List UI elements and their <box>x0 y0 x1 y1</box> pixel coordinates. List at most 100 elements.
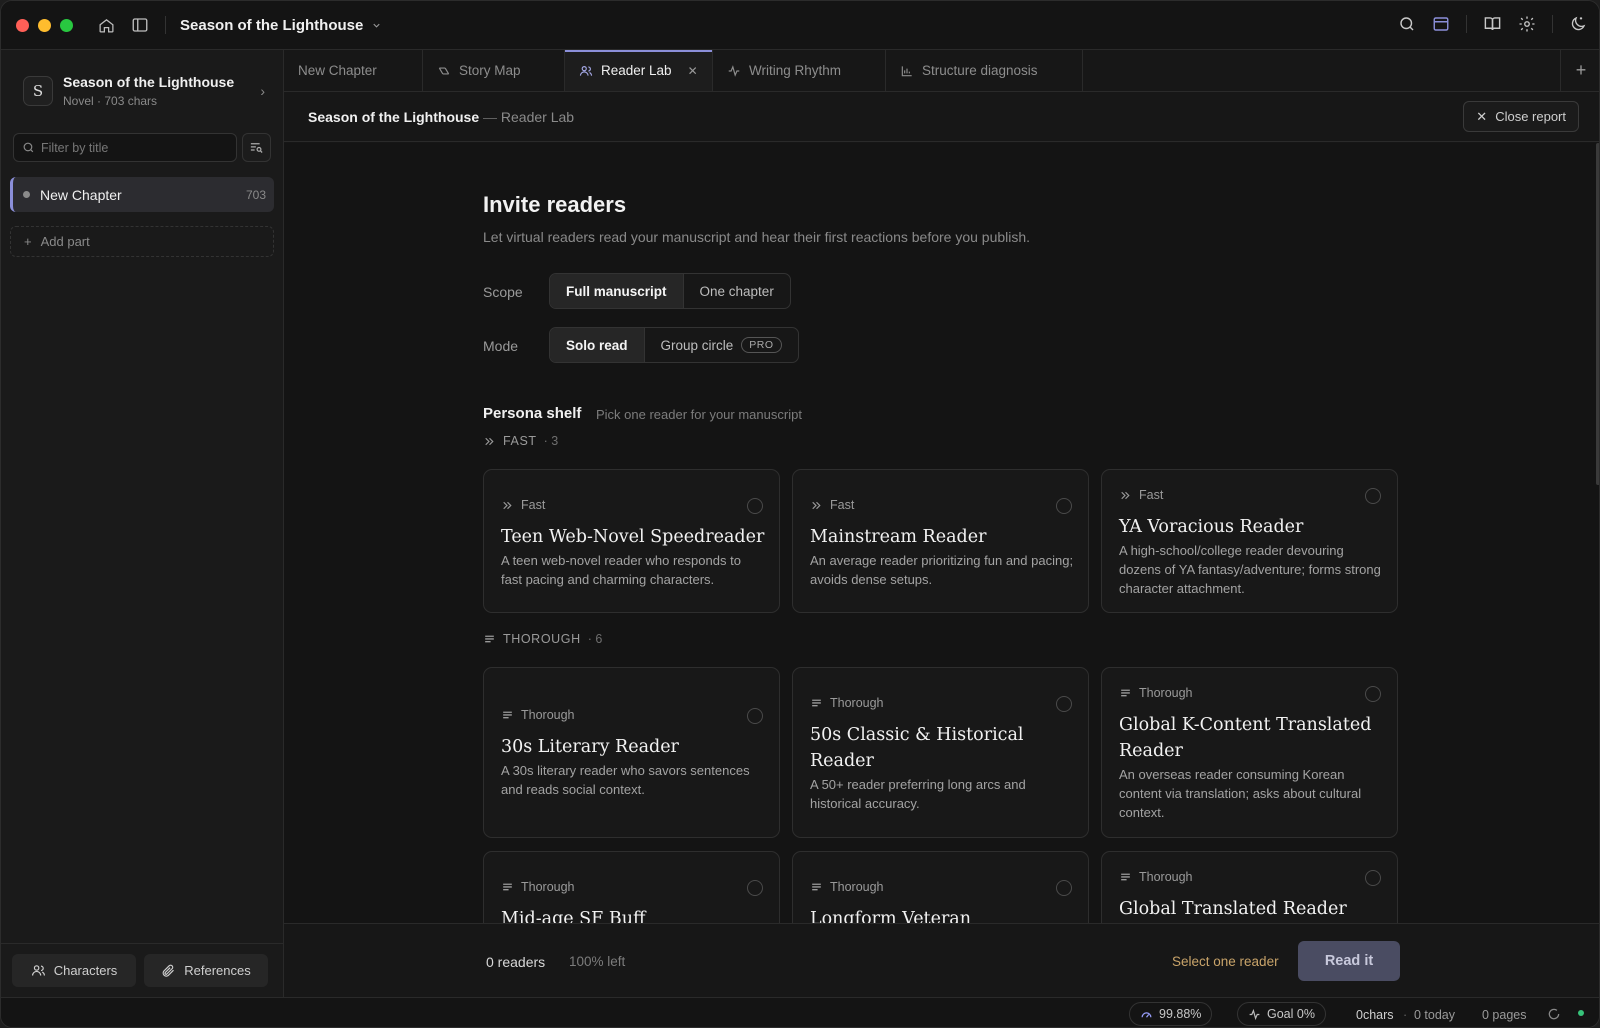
persona-radio[interactable] <box>1365 870 1381 886</box>
mode-toggle: Solo read Group circle PRO <box>549 327 799 363</box>
close-icon[interactable]: ✕ <box>688 64 698 78</box>
persona-card[interactable]: Thorough Global K-Content Translated Rea… <box>1101 667 1398 838</box>
persona-card[interactable]: Thorough Longform Veteran <box>792 851 1089 923</box>
mode-solo-read[interactable]: Solo read <box>550 328 644 362</box>
paperclip-icon <box>162 964 175 977</box>
filter-input[interactable] <box>41 140 221 155</box>
filter-options-button[interactable] <box>242 133 271 162</box>
project-header[interactable]: S Season of the Lighthouse Novel · 703 c… <box>23 74 265 108</box>
project-switcher[interactable]: Season of the Lighthouse <box>180 17 382 34</box>
status-separator: · <box>1403 1008 1408 1022</box>
tab-reader-lab[interactable]: Reader Lab ✕ <box>565 50 713 91</box>
references-button[interactable]: References <box>144 954 268 987</box>
lines-icon <box>812 699 821 706</box>
search-icon[interactable] <box>1398 15 1416 33</box>
layout-icon[interactable] <box>1432 15 1450 33</box>
users-icon <box>579 65 593 76</box>
persona-card[interactable]: Thorough 50s Classic & Historical Reader… <box>792 667 1089 838</box>
breadcrumb: Season of the Lighthouse — Reader Lab <box>308 109 574 125</box>
scope-toggle: Full manuscript One chapter <box>549 273 791 309</box>
sync-icon[interactable] <box>1547 1007 1561 1021</box>
quota-left: 100% left <box>569 954 626 969</box>
filter-field[interactable] <box>13 133 237 162</box>
persona-tag: Thorough <box>1119 686 1193 700</box>
persona-radio[interactable] <box>1365 686 1381 702</box>
reader-count: 0 readers <box>486 954 546 970</box>
scrollbar[interactable] <box>1595 143 1599 923</box>
persona-radio[interactable] <box>1056 696 1072 712</box>
tab-structure-diagnosis[interactable]: Structure diagnosis <box>886 50 1083 91</box>
close-report-label: Close report <box>1495 109 1566 124</box>
persona-radio[interactable] <box>747 708 763 724</box>
persona-title: Longform Veteran <box>810 909 972 923</box>
page-title: Invite readers <box>483 192 627 217</box>
persona-title: Mainstream Reader <box>810 527 987 547</box>
persona-radio[interactable] <box>1056 880 1072 896</box>
divider <box>1466 14 1467 33</box>
sidebar-toggle-icon[interactable] <box>129 14 151 36</box>
mode-group-circle[interactable]: Group circle PRO <box>643 328 798 362</box>
selection-hint: Select one reader <box>1172 954 1279 969</box>
minimize-window-button[interactable] <box>38 18 51 32</box>
new-tab-button[interactable]: + <box>1560 50 1599 91</box>
scope-one-chapter[interactable]: One chapter <box>682 274 790 308</box>
persona-tag-label: Thorough <box>1139 686 1193 700</box>
sidebar-item-chapter[interactable]: New Chapter 703 <box>10 177 274 212</box>
app-title: Season of the Lighthouse <box>180 16 364 34</box>
read-it-button[interactable]: Read it <box>1298 941 1400 981</box>
tab-story-map[interactable]: Story Map <box>423 50 565 91</box>
persona-description: A high-school/college reader devouring d… <box>1119 543 1381 596</box>
persona-radio[interactable] <box>1365 488 1381 504</box>
tab-writing-rhythm[interactable]: Writing Rhythm <box>713 50 886 91</box>
breadcrumb-page: Reader Lab <box>500 109 575 125</box>
zoom-window-button[interactable] <box>60 18 73 32</box>
add-part-label: Add part <box>40 234 90 249</box>
persona-tag: Thorough <box>810 880 884 894</box>
group-header-thorough: THOROUGH · 6 <box>483 632 602 646</box>
persona-tag: Thorough <box>810 696 884 710</box>
home-icon[interactable] <box>95 14 117 36</box>
breadcrumb-separator: — <box>479 109 501 125</box>
gear-icon[interactable] <box>1518 15 1536 33</box>
characters-button[interactable]: Characters <box>12 954 136 987</box>
app-window: Season of the Lighthouse S Season of the… <box>0 0 1600 1028</box>
pulse-icon <box>1249 1008 1260 1020</box>
plus-icon: + <box>1575 60 1587 80</box>
persona-tag: Fast <box>810 498 854 512</box>
goal-pill[interactable]: Goal 0% <box>1237 1002 1326 1026</box>
group-label: THOROUGH <box>503 632 581 646</box>
score-value: 99.88% <box>1159 1007 1202 1021</box>
close-window-button[interactable] <box>16 18 29 32</box>
persona-card[interactable]: Fast Teen Web-Novel Speedreader A teen w… <box>483 469 780 613</box>
persona-card[interactable]: Thorough 30s Literary Reader A 30s liter… <box>483 667 780 838</box>
persona-card[interactable]: Thorough Mid-age SF Buff <box>483 851 780 923</box>
sidebar: S Season of the Lighthouse Novel · 703 c… <box>1 50 284 997</box>
persona-tag-label: Fast <box>521 498 546 512</box>
persona-shelf-subtitle: Pick one reader for your manuscript <box>596 407 802 422</box>
fast-forward-icon <box>1121 491 1130 499</box>
persona-title: Global Translated Reader <box>1119 899 1347 919</box>
page-subtitle: Let virtual readers read your manuscript… <box>483 229 1031 245</box>
status-dot <box>23 191 30 198</box>
close-report-button[interactable]: ✕ Close report <box>1463 101 1579 132</box>
persona-title: Teen Web-Novel Speedreader <box>501 527 765 547</box>
persona-card[interactable]: Thorough Global Translated Reader <box>1101 851 1398 923</box>
tab-new-chapter[interactable]: New Chapter <box>284 50 423 91</box>
persona-card[interactable]: Fast YA Voracious Reader A high-school/c… <box>1101 469 1398 613</box>
book-icon[interactable] <box>1483 14 1502 33</box>
score-pill[interactable]: 99.88% <box>1129 1002 1213 1026</box>
lines-icon <box>503 711 512 718</box>
persona-radio[interactable] <box>1056 498 1072 514</box>
scroll-thumb[interactable] <box>1596 143 1599 485</box>
scope-full-manuscript[interactable]: Full manuscript <box>550 274 683 308</box>
breadcrumb-project: Season of the Lighthouse <box>308 109 480 125</box>
add-part-button[interactable]: + Add part <box>10 226 274 257</box>
persona-card[interactable]: Fast Mainstream Reader An average reader… <box>792 469 1089 613</box>
persona-tag-label: Thorough <box>521 880 575 894</box>
persona-radio[interactable] <box>747 498 763 514</box>
theme-toggle-icon[interactable] <box>1569 15 1587 33</box>
divider <box>1552 14 1553 33</box>
chapter-count: 703 <box>245 187 266 202</box>
persona-description: A teen web-novel reader who responds to … <box>501 553 741 587</box>
persona-radio[interactable] <box>747 880 763 896</box>
